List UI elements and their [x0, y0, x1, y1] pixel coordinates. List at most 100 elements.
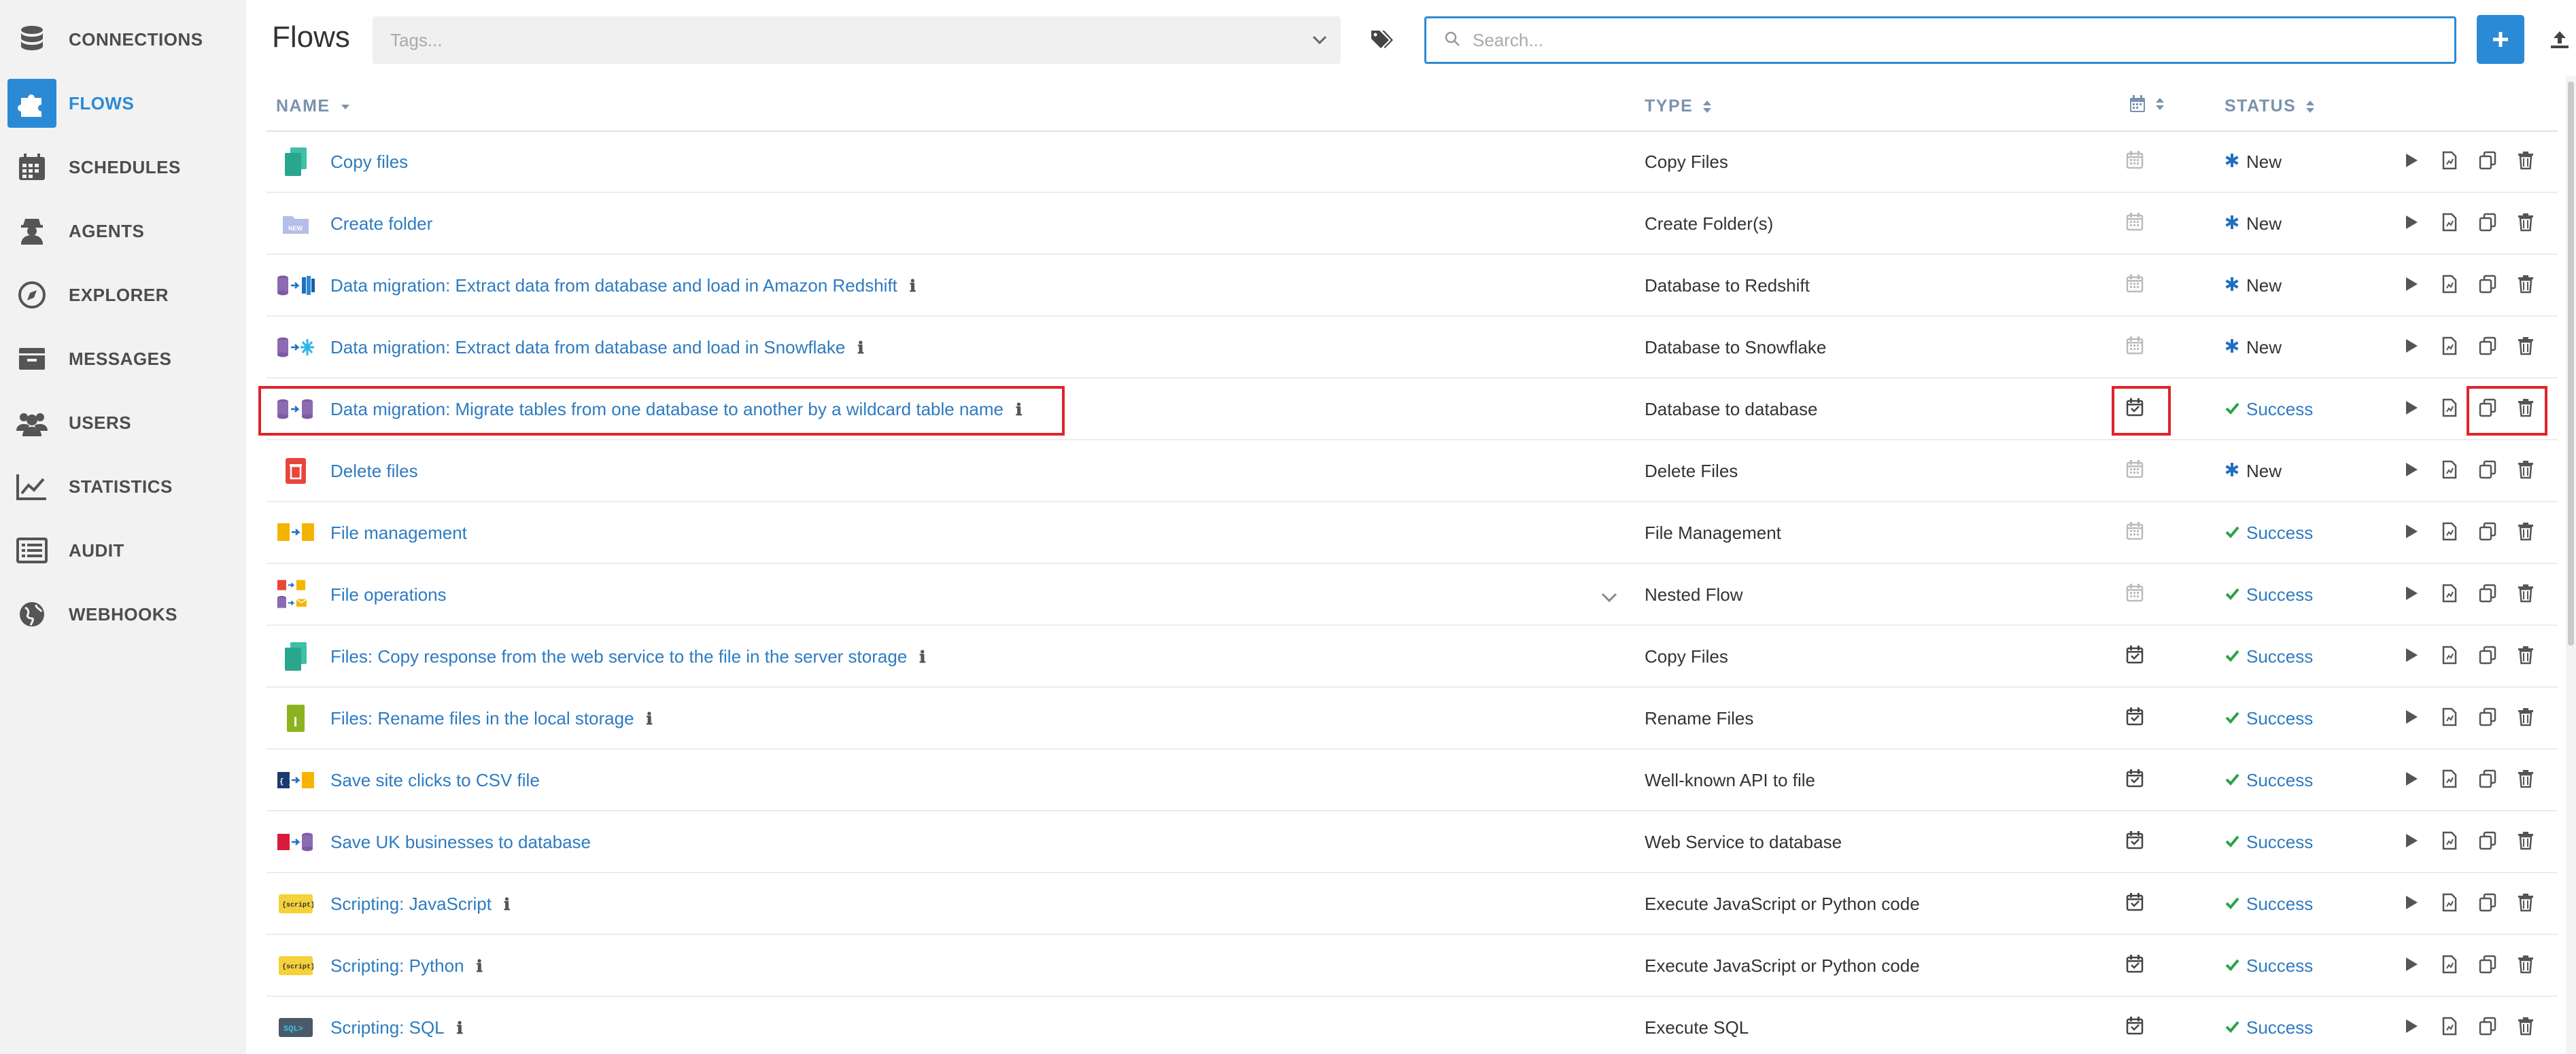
export-flow-button[interactable] [2439, 892, 2460, 915]
info-icon[interactable]: ℹ [477, 956, 483, 976]
sidebar-item-agents[interactable]: AGENTS [0, 204, 246, 258]
export-flow-button[interactable] [2439, 583, 2460, 606]
duplicate-flow-button[interactable] [2477, 521, 2498, 544]
scheduled-calendar-icon[interactable] [2126, 1016, 2146, 1038]
delete-flow-button[interactable] [2515, 645, 2536, 668]
flow-name-link[interactable]: Save UK businesses to database [330, 832, 591, 853]
run-flow-button[interactable] [2401, 150, 2422, 173]
export-flow-button[interactable] [2439, 830, 2460, 854]
delete-flow-button[interactable] [2515, 769, 2536, 792]
flow-name-link[interactable]: Copy files [330, 152, 408, 173]
flow-name-link[interactable]: File operations [330, 584, 447, 605]
export-flow-button[interactable] [2439, 521, 2460, 544]
duplicate-flow-button[interactable] [2477, 830, 2498, 854]
delete-flow-button[interactable] [2515, 583, 2536, 606]
flow-name-link[interactable]: Create folder [330, 213, 432, 234]
column-header-status[interactable]: STATUS [2225, 96, 2315, 116]
run-flow-button[interactable] [2401, 954, 2422, 977]
duplicate-flow-button[interactable] [2477, 892, 2498, 915]
search-input[interactable] [1473, 29, 2356, 51]
flow-name-link[interactable]: Save site clicks to CSV file [330, 770, 540, 791]
tags-select[interactable]: Tags... [373, 16, 1341, 64]
column-header-name[interactable]: NAME [276, 96, 351, 116]
duplicate-flow-button[interactable] [2477, 769, 2498, 792]
sidebar-item-explorer[interactable]: EXPLORER [0, 268, 246, 322]
duplicate-flow-button[interactable] [2477, 583, 2498, 606]
sidebar-item-connections[interactable]: CONNECTIONS [0, 12, 246, 67]
info-icon[interactable]: ℹ [457, 1018, 463, 1038]
export-flow-button[interactable] [2439, 1016, 2460, 1039]
table-row[interactable]: File management File Management Success [267, 502, 2558, 564]
export-flow-button[interactable] [2439, 398, 2460, 421]
duplicate-flow-button[interactable] [2477, 274, 2498, 297]
table-row[interactable]: {script} Scripting: JavaScript ℹ Execute Ja… [267, 873, 2558, 935]
calendar-icon[interactable] [2126, 274, 2146, 296]
calendar-icon[interactable] [2126, 459, 2146, 481]
duplicate-flow-button[interactable] [2477, 954, 2498, 977]
run-flow-button[interactable] [2401, 583, 2422, 606]
scheduled-calendar-icon[interactable] [2126, 769, 2146, 790]
delete-flow-button[interactable] [2515, 830, 2536, 854]
sidebar-item-webhooks[interactable]: WEBHOOKS [0, 587, 246, 642]
scheduled-calendar-icon[interactable] [2126, 707, 2146, 728]
table-row[interactable]: Delete files Delete Files New [267, 440, 2558, 502]
run-flow-button[interactable] [2401, 459, 2422, 482]
scheduled-calendar-icon[interactable] [2126, 892, 2146, 914]
export-flow-button[interactable] [2439, 954, 2460, 977]
run-flow-button[interactable] [2401, 521, 2422, 544]
column-header-type[interactable]: TYPE [1645, 96, 1712, 116]
info-icon[interactable]: ℹ [857, 338, 863, 357]
table-row[interactable]: Files: Rename files in the local storage… [267, 688, 2558, 750]
sidebar-item-flows[interactable]: FLOWS [0, 76, 246, 130]
delete-flow-button[interactable] [2515, 336, 2536, 359]
info-icon[interactable]: ℹ [647, 709, 653, 728]
flow-name-link[interactable]: Scripting: Python ℹ [330, 955, 483, 977]
chevron-down-icon[interactable] [1600, 591, 1618, 607]
calendar-icon[interactable] [2126, 212, 2146, 234]
run-flow-button[interactable] [2401, 645, 2422, 668]
sidebar-item-statistics[interactable]: STATISTICS [0, 459, 246, 514]
duplicate-flow-button[interactable] [2477, 707, 2498, 730]
delete-flow-button[interactable] [2515, 274, 2536, 297]
export-flow-button[interactable] [2439, 707, 2460, 730]
scheduled-calendar-icon[interactable] [2126, 830, 2146, 852]
duplicate-flow-button[interactable] [2477, 150, 2498, 173]
duplicate-flow-button[interactable] [2477, 645, 2498, 668]
flow-name-link[interactable]: Scripting: SQL ℹ [330, 1017, 463, 1038]
sidebar-item-schedules[interactable]: SCHEDULES [0, 140, 246, 194]
export-flow-button[interactable] [2439, 769, 2460, 792]
run-flow-button[interactable] [2401, 707, 2422, 730]
flow-name-link[interactable]: Data migration: Extract data from databa… [330, 337, 863, 358]
calendar-icon[interactable] [2126, 521, 2146, 543]
run-flow-button[interactable] [2401, 830, 2422, 854]
delete-flow-button[interactable] [2515, 892, 2536, 915]
flow-name-link[interactable]: Delete files [330, 461, 418, 482]
sidebar-item-users[interactable]: USERS [0, 396, 246, 450]
duplicate-flow-button[interactable] [2477, 336, 2498, 359]
delete-flow-button[interactable] [2515, 212, 2536, 235]
info-icon[interactable]: ℹ [910, 276, 916, 296]
sidebar-item-messages[interactable]: MESSAGES [0, 332, 246, 386]
duplicate-flow-button[interactable] [2477, 1016, 2498, 1039]
table-row[interactable]: { } Save site clicks to CSV file Well-know… [267, 750, 2558, 811]
info-icon[interactable]: ℹ [919, 647, 925, 667]
tags-filter-button[interactable] [1368, 24, 1395, 54]
delete-flow-button[interactable] [2515, 521, 2536, 544]
flow-name-link[interactable]: Files: Rename files in the local storage… [330, 708, 653, 729]
scrollbar-thumb[interactable] [2568, 82, 2574, 646]
table-row[interactable]: SQL> Scripting: SQL ℹ Execute SQL Success [267, 997, 2558, 1054]
flow-name-link[interactable]: Scripting: JavaScript ℹ [330, 894, 510, 915]
import-flow-button[interactable] [2548, 27, 2571, 52]
table-row[interactable]: Copy files Copy Files New [267, 131, 2558, 193]
flow-name-link[interactable]: Data migration: Extract data from databa… [330, 275, 916, 296]
column-header-schedule[interactable] [2129, 95, 2165, 113]
run-flow-button[interactable] [2401, 892, 2422, 915]
info-icon[interactable]: ℹ [504, 894, 510, 914]
export-flow-button[interactable] [2439, 274, 2460, 297]
table-row[interactable]: {script} Scripting: Python ℹ Execute JavaSc… [267, 935, 2558, 997]
export-flow-button[interactable] [2439, 336, 2460, 359]
export-flow-button[interactable] [2439, 459, 2460, 482]
duplicate-flow-button[interactable] [2477, 459, 2498, 482]
add-flow-button[interactable] [2477, 15, 2524, 64]
table-row[interactable]: Save UK businesses to database Web Servic… [267, 811, 2558, 873]
